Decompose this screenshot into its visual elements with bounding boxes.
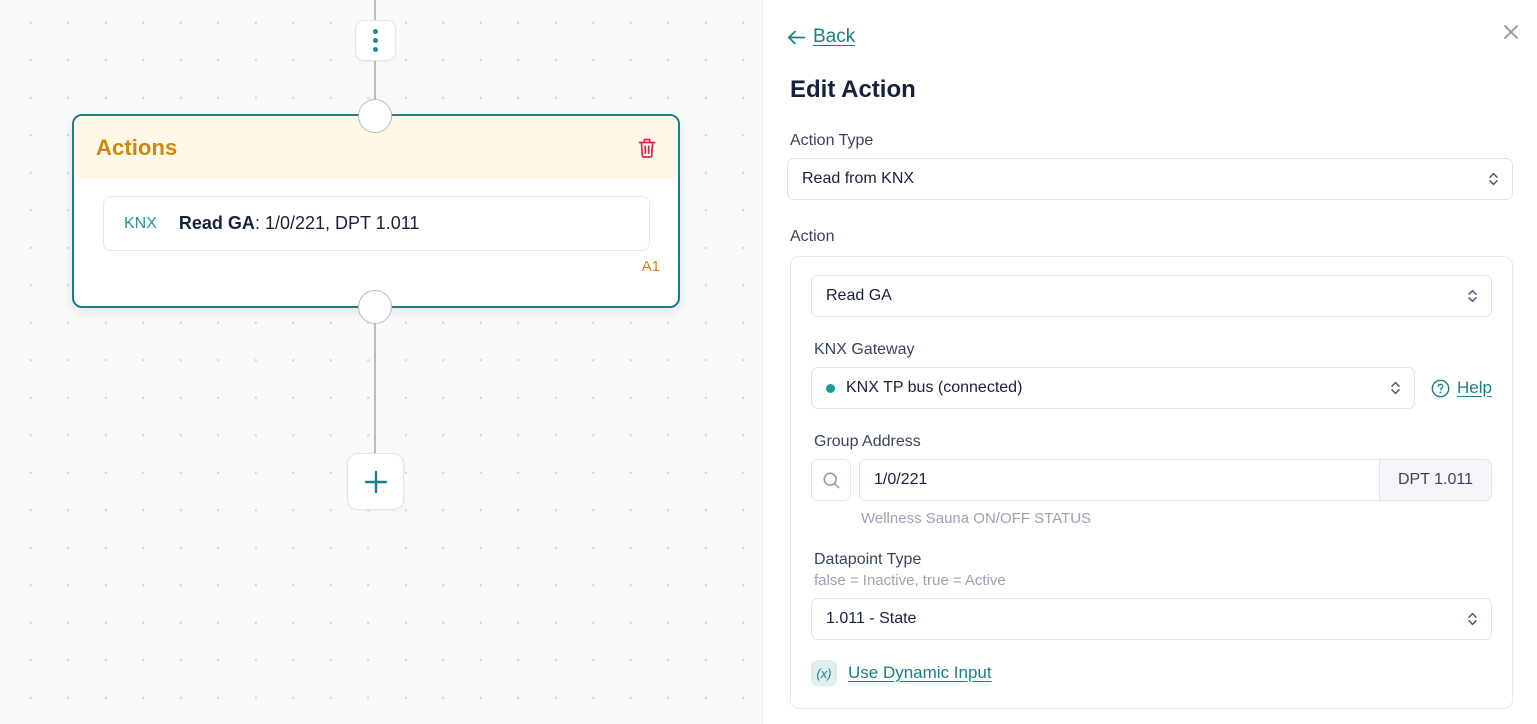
action-item-value: 1/0/221, DPT 1.011 xyxy=(265,213,419,233)
knx-gateway-select[interactable]: KNX TP bus (connected) xyxy=(811,367,1415,409)
close-icon xyxy=(1501,22,1521,42)
group-address-label: Group Address xyxy=(814,433,1492,451)
action-operation-select[interactable]: Read GA xyxy=(811,275,1492,317)
back-link[interactable]: Back xyxy=(787,26,855,48)
search-icon xyxy=(822,471,841,490)
connection-status-dot-icon xyxy=(826,384,835,393)
actions-node[interactable]: Actions KNX Read GA: 1/0/221, DPT 1.011 … xyxy=(72,114,680,308)
knx-gateway-label: KNX Gateway xyxy=(814,341,1492,359)
flow-canvas[interactable]: Actions KNX Read GA: 1/0/221, DPT 1.011 … xyxy=(0,0,762,724)
dynamic-input-row: (x) Use Dynamic Input xyxy=(811,660,1492,686)
chevron-updown-icon xyxy=(1466,287,1479,305)
plus-icon xyxy=(361,467,391,497)
edge-connector-bottom xyxy=(374,308,376,458)
chevron-updown-icon xyxy=(1466,610,1479,628)
datapoint-type-select[interactable]: 1.011 - State xyxy=(811,598,1492,640)
action-type-value: Read from KNX xyxy=(802,170,914,188)
node-options-menu[interactable] xyxy=(355,20,396,61)
datapoint-type-value: 1.011 - State xyxy=(826,610,916,628)
back-link-label: Back xyxy=(813,26,855,48)
knx-gateway-row: KNX TP bus (connected) Help xyxy=(811,367,1492,409)
help-link[interactable]: Help xyxy=(1431,378,1492,398)
action-config-card: Read GA KNX Gateway KNX TP bus (connecte… xyxy=(790,256,1513,709)
back-row: Back xyxy=(787,0,1513,48)
three-dots-vertical-icon xyxy=(373,29,378,52)
delete-actions-node-button[interactable] xyxy=(634,134,660,162)
actions-node-body: KNX Read GA: 1/0/221, DPT 1.011 A1 xyxy=(74,179,678,251)
connection-handle-bottom[interactable] xyxy=(358,290,392,324)
datapoint-type-label: Datapoint Type xyxy=(814,551,1492,569)
actions-node-title: Actions xyxy=(96,135,177,161)
dynamic-input-badge-icon: (x) xyxy=(811,660,837,686)
action-item-separator: : xyxy=(255,213,265,233)
action-item-text: Read GA: 1/0/221, DPT 1.011 xyxy=(179,213,420,234)
group-address-hint: Wellness Sauna ON/OFF STATUS xyxy=(861,510,1492,527)
knx-gateway-value: KNX TP bus (connected) xyxy=(846,379,1022,397)
action-item-operation: Read GA xyxy=(179,213,255,233)
question-circle-icon xyxy=(1431,379,1450,398)
actions-node-reference: A1 xyxy=(642,258,660,275)
action-item-protocol-tag: KNX xyxy=(124,215,157,233)
close-panel-button[interactable] xyxy=(1497,18,1525,46)
group-address-row: DPT 1.011 xyxy=(811,459,1492,501)
trash-icon xyxy=(636,136,658,160)
add-node-button[interactable] xyxy=(347,453,404,510)
group-address-input-wrapper: DPT 1.011 xyxy=(859,459,1492,501)
dpt-suffix-badge: DPT 1.011 xyxy=(1379,460,1491,500)
chevron-updown-icon xyxy=(1389,379,1402,397)
use-dynamic-input-link[interactable]: Use Dynamic Input xyxy=(848,663,992,683)
action-type-label: Action Type xyxy=(790,132,1513,150)
arrow-left-icon xyxy=(787,30,806,45)
action-operation-value: Read GA xyxy=(826,287,892,305)
action-section-label: Action xyxy=(790,228,1513,246)
chevron-updown-icon xyxy=(1487,170,1500,188)
app-root: Actions KNX Read GA: 1/0/221, DPT 1.011 … xyxy=(0,0,1537,724)
connection-handle-top[interactable] xyxy=(358,99,392,133)
help-link-label: Help xyxy=(1457,378,1492,398)
datapoint-type-sublabel: false = Inactive, true = Active xyxy=(814,572,1492,589)
group-address-input[interactable] xyxy=(860,460,1379,500)
action-list-item[interactable]: KNX Read GA: 1/0/221, DPT 1.011 xyxy=(103,196,650,251)
edit-action-panel: Back Edit Action Action Type Read from K… xyxy=(762,0,1537,724)
group-address-search-button[interactable] xyxy=(811,459,851,501)
edge-connector-top xyxy=(374,0,376,22)
page-title: Edit Action xyxy=(790,76,1513,104)
action-type-select[interactable]: Read from KNX xyxy=(787,158,1513,200)
